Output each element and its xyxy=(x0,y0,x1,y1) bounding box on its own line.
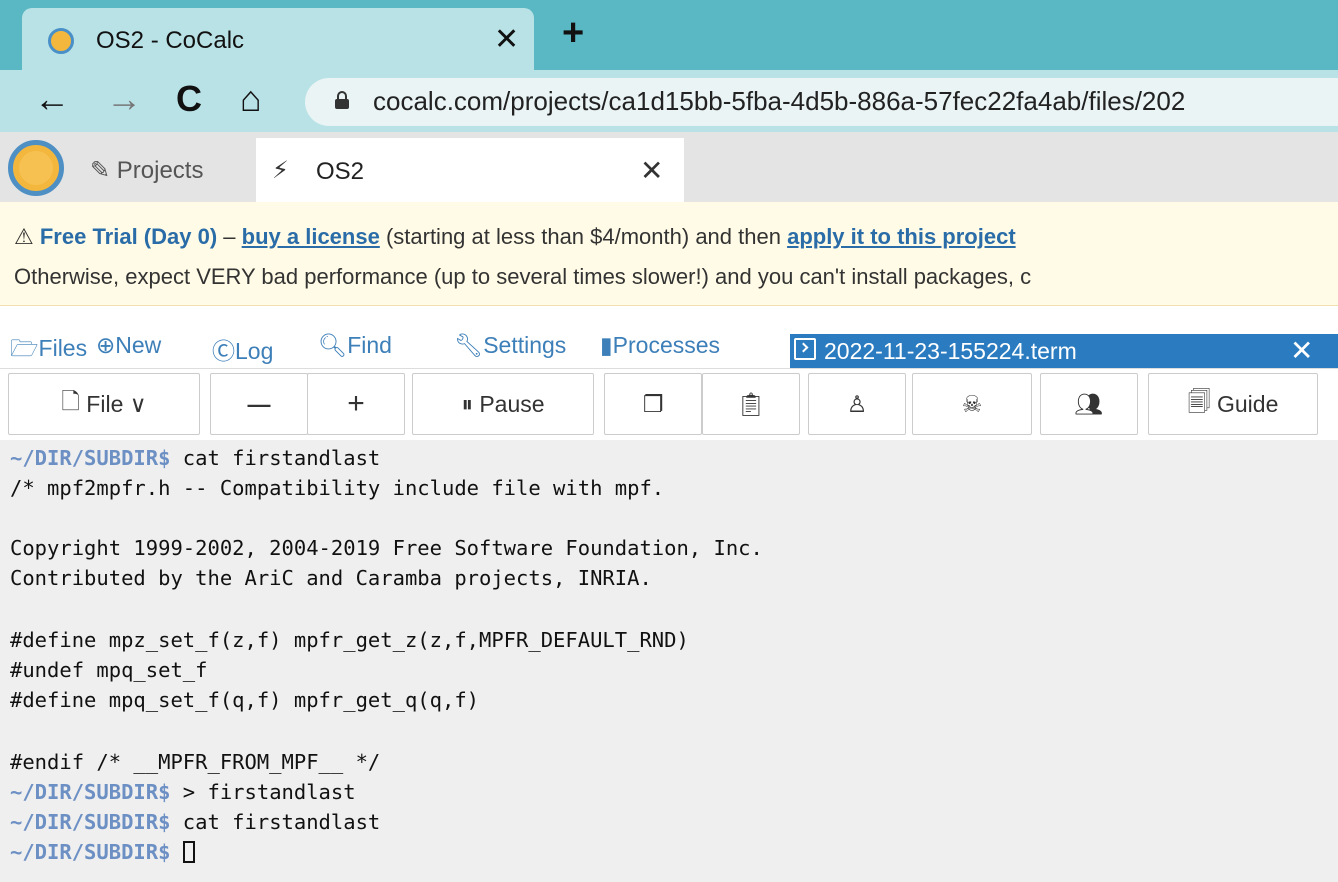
paste-icon: 📋︎ xyxy=(736,390,766,417)
settings-label: Settings xyxy=(483,332,567,358)
terminal-command xyxy=(170,840,182,864)
rocket-icon: ♙ xyxy=(846,390,868,417)
zoom-in-button[interactable]: + xyxy=(307,373,405,435)
terminal-line: ~/DIR/SUBDIR$ xyxy=(10,840,195,864)
settings-tab[interactable]: 🔧︎Settings xyxy=(454,332,566,359)
wrench-icon: 🔧︎ xyxy=(454,332,484,358)
skull-icon: ☠ xyxy=(961,390,983,417)
new-tab[interactable]: ⊕New xyxy=(96,332,161,359)
terminal-prompt: ~/DIR/SUBDIR$ xyxy=(10,840,171,864)
cocalc-top-bar: ✎ Projects ⚡ OS2 ✕ xyxy=(0,132,1338,202)
project-tab-name: OS2 xyxy=(316,158,365,185)
file-menu-label: File xyxy=(86,390,124,417)
terminal-line: #define mpz_set_f(z,f) mpfr_get_z(z,f,MP… xyxy=(10,628,689,652)
terminal-command: cat firstandlast xyxy=(170,446,381,470)
users-x-icon: 👥︎ xyxy=(1074,390,1104,417)
terminal-line: #undef mpq_set_f xyxy=(10,658,208,682)
reload-icon[interactable]: C xyxy=(176,78,202,120)
trial-banner: ⚠ Free Trial (Day 0) – buy a license (st… xyxy=(0,202,1338,306)
terminal-line: ~/DIR/SUBDIR$ cat firstandlast xyxy=(10,810,380,834)
browser-toolbar: ← → C ⌂ cocalc.com/projects/ca1d15bb-5fb… xyxy=(0,70,1338,132)
running-figure-icon: ⚡ xyxy=(272,157,289,184)
kill-processes-button[interactable]: ☠ xyxy=(912,373,1032,435)
project-tab-os2[interactable]: ⚡ OS2 ✕ xyxy=(256,138,684,202)
banner-dash: – xyxy=(217,224,242,249)
find-tab[interactable]: 🔍︎Find xyxy=(318,332,392,359)
banner-middle-text: (starting at less than $4/month) and the… xyxy=(379,224,788,249)
terminal-prompt: ~/DIR/SUBDIR$ xyxy=(10,810,171,834)
address-bar[interactable]: cocalc.com/projects/ca1d15bb-5fba-4d5b-8… xyxy=(305,78,1338,126)
banner-line-2: Otherwise, expect VERY bad performance (… xyxy=(14,264,1032,289)
paste-button[interactable]: 📋︎ xyxy=(702,373,800,435)
terminal-prompt: ~/DIR/SUBDIR$ xyxy=(10,780,171,804)
terminal-cursor xyxy=(182,841,195,863)
microchip-icon: ▮ xyxy=(600,332,613,358)
terminal-output[interactable]: ~/DIR/SUBDIR$ cat firstandlast /* mpf2mp… xyxy=(0,440,1338,882)
folder-icon: 🗁 xyxy=(10,335,39,361)
browser-tab-title: OS2 - CoCalc xyxy=(96,27,245,54)
terminal-tab-close-icon[interactable]: ✕ xyxy=(1290,334,1313,367)
terminal-command: > firstandlast xyxy=(170,780,356,804)
file-menu-button[interactable]: 🗋 File ∨ xyxy=(8,373,200,435)
plus-circle-icon: ⊕ xyxy=(96,332,116,358)
projects-link[interactable]: ✎ Projects xyxy=(90,156,203,185)
terminal-command: cat firstandlast xyxy=(170,810,381,834)
files-label: Files xyxy=(38,335,88,361)
copy-button[interactable]: ❐ xyxy=(604,373,702,435)
cocalc-logo[interactable] xyxy=(8,140,64,196)
new-label: New xyxy=(115,332,162,358)
remove-users-button[interactable]: 👥︎ xyxy=(1040,373,1138,435)
trial-label: Free Trial (Day 0) xyxy=(39,224,218,249)
home-icon[interactable]: ⌂ xyxy=(240,78,262,120)
projects-label: Projects xyxy=(116,157,204,184)
guide-icon: 🗐 xyxy=(1187,387,1217,414)
terminal-line: ~/DIR/SUBDIR$ cat firstandlast xyxy=(10,446,380,470)
log-label: Log xyxy=(235,338,274,364)
warning-icon: ⚠ xyxy=(14,224,34,249)
cocalc-favicon-icon xyxy=(48,28,74,54)
guide-label: Guide xyxy=(1217,390,1279,417)
buy-license-link[interactable]: buy a license xyxy=(242,224,380,249)
terminal-line: #endif /* __MPFR_FROM_MPF__ */ xyxy=(10,750,381,774)
lock-icon[interactable] xyxy=(335,91,349,109)
terminal-file-tab[interactable]: 2022-11-23-155224.term ✕ xyxy=(790,334,1338,368)
terminal-toolbar: 🗋 File ∨ — + ⏸︎ Pause ❐ 📋︎ ♙ ☠ 👥︎ 🗐 Guid… xyxy=(0,368,1338,440)
history-icon: Ⓒ xyxy=(212,338,235,364)
pause-icon: ⏸︎ xyxy=(461,390,480,417)
zoom-out-button[interactable]: — xyxy=(210,373,308,435)
pause-label: Pause xyxy=(479,390,545,417)
terminal-file-name: 2022-11-23-155224.term xyxy=(824,338,1077,364)
find-label: Find xyxy=(347,332,392,358)
apply-license-link[interactable]: apply it to this project xyxy=(787,224,1016,249)
url-text[interactable]: cocalc.com/projects/ca1d15bb-5fba-4d5b-8… xyxy=(373,86,1185,117)
banner-line-1: ⚠ Free Trial (Day 0) – buy a license (st… xyxy=(14,224,1016,250)
forward-arrow-icon[interactable]: → xyxy=(106,78,142,120)
pencil-icon: ✎ xyxy=(90,157,117,184)
terminal-line: /* mpf2mpfr.h -- Compatibility include f… xyxy=(10,476,665,500)
project-tab-close-icon[interactable]: ✕ xyxy=(640,154,663,187)
terminal-line: #define mpq_set_f(q,f) mpfr_get_q(q,f) xyxy=(10,688,479,712)
log-tab[interactable]: ⒸLog xyxy=(212,332,273,366)
processes-tab[interactable]: ▮Processes xyxy=(600,332,720,359)
search-icon: 🔍︎ xyxy=(318,332,348,358)
browser-tab-strip: OS2 - CoCalc ✕ + xyxy=(0,0,1338,70)
new-tab-button[interactable]: + xyxy=(562,12,584,55)
back-arrow-icon[interactable]: ← xyxy=(34,78,70,120)
browser-tab-close-icon[interactable]: ✕ xyxy=(494,22,519,57)
copy-icon: ❐ xyxy=(642,390,664,417)
pause-button[interactable]: ⏸︎ Pause xyxy=(412,373,594,435)
terminal-icon xyxy=(794,338,816,360)
terminal-prompt: ~/DIR/SUBDIR$ xyxy=(10,446,171,470)
guide-button[interactable]: 🗐 Guide xyxy=(1148,373,1318,435)
browser-tab-active[interactable]: OS2 - CoCalc ✕ xyxy=(22,8,534,70)
files-tab[interactable]: 🗁Files xyxy=(10,332,87,371)
terminal-line: Contributed by the AriC and Caramba proj… xyxy=(10,566,652,590)
chevron-down-icon: ∨ xyxy=(123,390,147,417)
terminal-line: ~/DIR/SUBDIR$ > firstandlast xyxy=(10,780,356,804)
kick-other-users-button[interactable]: ♙ xyxy=(808,373,906,435)
terminal-line: Copyright 1999-2002, 2004-2019 Free Soft… xyxy=(10,536,763,560)
processes-label: Processes xyxy=(612,332,721,358)
file-icon: 🗋 xyxy=(61,387,87,414)
